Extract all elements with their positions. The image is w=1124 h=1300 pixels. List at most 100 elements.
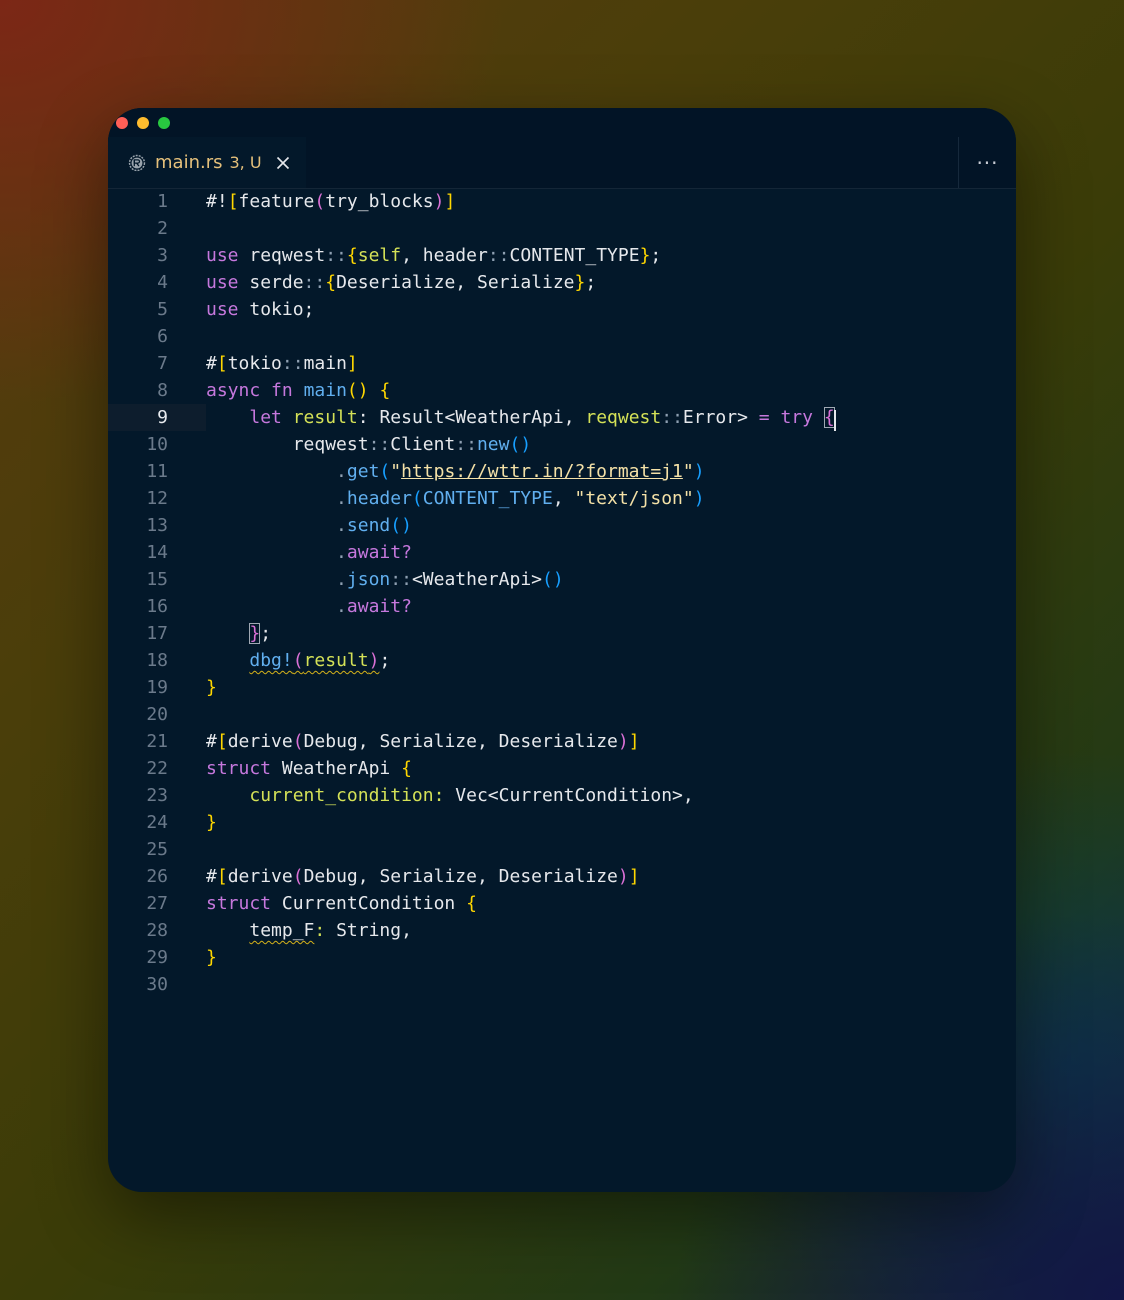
line-number: 5	[157, 299, 168, 320]
code-line-26: 26 #[derive(Debug, Serialize, Deserialize…	[108, 863, 1016, 890]
line-number: 17	[146, 623, 168, 644]
code-line-19: 19}	[108, 674, 1016, 701]
code-line-2: 2	[108, 215, 1016, 242]
code-line-24: 24}	[108, 809, 1016, 836]
code-line-22: 22 struct WeatherApi {	[108, 755, 1016, 782]
code-line-1: 1 #![feature(try_blocks)]	[108, 188, 1016, 215]
rust-icon	[128, 154, 146, 171]
code-text: use reqwest::{self, header::CONTENT_TYPE…	[206, 245, 662, 266]
code-line-25: 25	[108, 836, 1016, 863]
code-text: async fn main() {	[206, 380, 391, 401]
code-line-18: 18 dbg!(result);	[108, 647, 1016, 674]
code-line-23: 23 current_condition: Vec<CurrentConditi…	[108, 782, 1016, 809]
code-line-14: 14 .await?	[108, 539, 1016, 566]
code-text: .await?	[336, 596, 412, 617]
line-number: 20	[146, 704, 168, 725]
editor-window: main.rs 3, U ··· 1 #![feature(try_blocks)…	[108, 108, 1016, 1192]
matching-bracket-open: {	[823, 407, 835, 428]
code-line-17: 17 };	[108, 620, 1016, 647]
more-actions-button[interactable]: ···	[959, 137, 1016, 188]
code-text: }	[206, 812, 217, 833]
line-number: 2	[157, 218, 168, 239]
line-number: 7	[157, 353, 168, 374]
code-text: let result: Result<WeatherApi, reqwest::…	[249, 407, 835, 428]
line-number: 12	[146, 488, 168, 509]
line-number: 1	[157, 191, 168, 212]
code-line-21: 21 #[derive(Debug, Serialize, Deserialize…	[108, 728, 1016, 755]
line-number: 3	[157, 245, 168, 266]
code-line-4: 4 use serde::{Deserialize, Serialize};	[108, 269, 1016, 296]
line-number: 8	[157, 380, 168, 401]
line-number: 11	[146, 461, 168, 482]
code-line-20: 20	[108, 701, 1016, 728]
line-number: 19	[146, 677, 168, 698]
code-text: reqwest::Client::new()	[292, 434, 532, 455]
tab-filename: main.rs	[155, 152, 223, 173]
code-text: current_condition: Vec<CurrentCondition>…	[249, 785, 694, 806]
minimize-window-button[interactable]	[137, 117, 149, 129]
code-line-27: 27 struct CurrentCondition {	[108, 890, 1016, 917]
code-line-10: 10 reqwest::Client::new()	[108, 431, 1016, 458]
title-bar: main.rs 3, U ···	[108, 108, 1016, 188]
line-number: 10	[146, 434, 168, 455]
code-text: .send()	[336, 515, 412, 536]
code-text: .json::<WeatherApi>()	[336, 569, 564, 590]
code-editor[interactable]: 1 #![feature(try_blocks)] 2 3 use reqwest:…	[108, 188, 1016, 1192]
line-number: 30	[146, 974, 168, 995]
code-text: .header(CONTENT_TYPE, "text/json")	[336, 488, 705, 509]
line-number: 25	[146, 839, 168, 860]
code-text: #[derive(Debug, Serialize, Deserialize)]	[206, 866, 640, 887]
code-text: struct WeatherApi {	[206, 758, 412, 779]
tab-status: 3, U	[229, 153, 262, 172]
warning-squiggle[interactable]: temp_F	[249, 920, 314, 941]
code-text: #[tokio::main]	[206, 353, 358, 374]
line-number: 16	[146, 596, 168, 617]
code-line-7: 7 #[tokio::main]	[108, 350, 1016, 377]
code-line-13: 13 .send()	[108, 512, 1016, 539]
line-number: 29	[146, 947, 168, 968]
line-number: 9	[157, 407, 168, 428]
line-number: 21	[146, 731, 168, 752]
code-line-30: 30	[108, 971, 1016, 998]
code-text: }	[206, 677, 217, 698]
line-number: 6	[157, 326, 168, 347]
code-line-11: 11 .get("https://wttr.in/?format=j1")	[108, 458, 1016, 485]
code-line-5: 5 use tokio;	[108, 296, 1016, 323]
code-line-6: 6	[108, 323, 1016, 350]
zoom-window-button[interactable]	[158, 117, 170, 129]
line-number: 23	[146, 785, 168, 806]
code-text: struct CurrentCondition {	[206, 893, 477, 914]
url-link[interactable]: https://wttr.in/?format=j1	[401, 461, 683, 482]
code-line-16: 16 .await?	[108, 593, 1016, 620]
code-text: .await?	[336, 542, 412, 563]
code-text: #![feature(try_blocks)]	[206, 191, 456, 212]
code-text: use serde::{Deserialize, Serialize};	[206, 272, 597, 293]
close-window-button[interactable]	[116, 117, 128, 129]
code-text: dbg!(result);	[249, 650, 391, 671]
line-number: 13	[146, 515, 168, 536]
line-number: 28	[146, 920, 168, 941]
line-number: 27	[146, 893, 168, 914]
line-number: 15	[146, 569, 168, 590]
line-number: 4	[157, 272, 168, 293]
code-line-28: 28 temp_F: String,	[108, 917, 1016, 944]
line-number: 26	[146, 866, 168, 887]
line-number: 18	[146, 650, 168, 671]
code-line-9: 9 let result: Result<WeatherApi, reqwest…	[108, 404, 1016, 431]
code-line-12: 12 .header(CONTENT_TYPE, "text/json")	[108, 485, 1016, 512]
tab-main-rs[interactable]: main.rs 3, U	[108, 137, 306, 188]
close-icon[interactable]	[275, 155, 291, 171]
line-number: 22	[146, 758, 168, 779]
warning-squiggle[interactable]: dbg!(result)	[249, 650, 379, 671]
matching-bracket-close: }	[249, 623, 261, 644]
code-line-29: 29}	[108, 944, 1016, 971]
code-text: #[derive(Debug, Serialize, Deserialize)]	[206, 731, 640, 752]
code-line-15: 15 .json::<WeatherApi>()	[108, 566, 1016, 593]
code-text: };	[249, 623, 272, 644]
code-text: }	[206, 947, 217, 968]
code-line-3: 3 use reqwest::{self, header::CONTENT_TYP…	[108, 242, 1016, 269]
code-text: .get("https://wttr.in/?format=j1")	[336, 461, 705, 482]
line-number: 14	[146, 542, 168, 563]
code-line-8: 8 async fn main() {	[108, 377, 1016, 404]
line-number: 24	[146, 812, 168, 833]
